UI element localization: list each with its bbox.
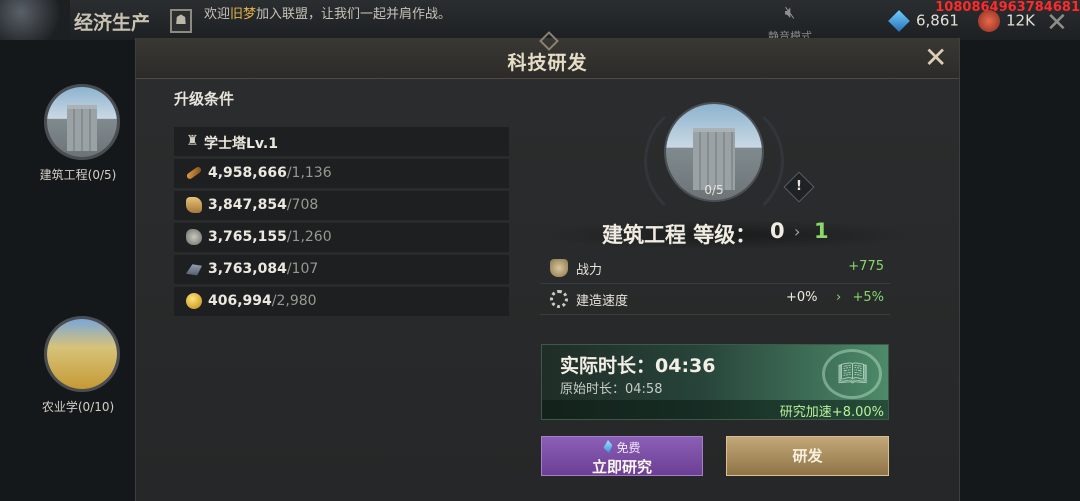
level-arrow-icon: › xyxy=(794,222,801,241)
instant-research-label: 立即研究 xyxy=(591,458,652,476)
stat-row-power: 战力 +775 xyxy=(540,253,890,284)
stat-current: +0% xyxy=(786,290,818,305)
tech-name-level: 建筑工程 等级： xyxy=(602,223,757,247)
chat-message[interactable]: 欢迎旧梦加入联盟，让我们一起并肩作战。 xyxy=(204,3,451,22)
tech-research-dialog: 科技研发 ✕ 升级条件 ♜ 学士塔Lv.1 4,958,666/1,136 3,… xyxy=(135,31,960,501)
requirement-text: 3,847,854/708 xyxy=(208,197,318,213)
requirements-title: 升级条件 xyxy=(174,90,235,108)
stone-icon xyxy=(186,229,202,245)
sidebar-item-agriculture[interactable]: 农业学(0/10) xyxy=(42,316,122,415)
level-current: 0 xyxy=(770,219,785,243)
requirement-row: ♜ 学士塔Lv.1 xyxy=(174,127,509,156)
requirement-text: 3,765,155/1,260 xyxy=(208,229,332,245)
requirement-text: 406,994/2,980 xyxy=(208,293,317,309)
stat-arrow-icon: › xyxy=(836,290,842,305)
chat-suffix: 加入联盟，让我们一起并肩作战。 xyxy=(256,7,452,22)
requirement-need: /1,136 xyxy=(286,165,332,181)
requirement-need: /107 xyxy=(286,261,319,277)
chat-player-name[interactable]: 旧梦 xyxy=(230,7,256,22)
requirement-value: 3,847,854 xyxy=(208,197,287,213)
gem-icon xyxy=(888,10,910,32)
requirement-row: 3,847,854/708 xyxy=(174,191,509,220)
free-text: 免费 xyxy=(616,441,641,455)
sidebar-item-label: 建筑工程(0/5) xyxy=(39,168,117,182)
dialog-title: 科技研发 xyxy=(507,52,588,74)
chat-prefix: 欢迎 xyxy=(204,7,231,22)
requirement-value: 3,763,084 xyxy=(208,261,287,277)
requirement-need: /1,260 xyxy=(286,229,332,245)
speaker-muted-icon: 🔇︎ xyxy=(784,3,796,23)
requirement-row: 3,765,155/1,260 xyxy=(174,223,509,252)
gold-icon xyxy=(186,293,202,309)
requirement-need: /2,980 xyxy=(271,293,317,309)
stat-label: 建造速度 xyxy=(576,294,629,309)
fist-icon xyxy=(550,259,568,277)
free-label: 免费 xyxy=(542,439,702,456)
chat-scroll-icon[interactable]: ☗ xyxy=(170,9,192,33)
menu-art-icon[interactable] xyxy=(0,0,70,40)
castle-art xyxy=(47,87,117,157)
research-time-panel: 📖︎ 实际时长：04:36 原始时长：04:58 研究加速+8.00% xyxy=(541,344,889,420)
instant-research-button[interactable]: 免费 立即研究 xyxy=(541,436,703,476)
crystal-icon xyxy=(603,440,613,453)
sidebar-item-label: 农业学(0/10) xyxy=(41,400,115,414)
gear-icon xyxy=(550,290,568,308)
food-icon xyxy=(186,197,202,213)
construction-tech-icon xyxy=(44,84,120,160)
requirement-value: 406,994 xyxy=(208,293,272,309)
dialog-header: 科技研发 ✕ xyxy=(136,31,959,79)
research-speed-bonus: 研究加速+8.00% xyxy=(779,405,884,420)
close-button[interactable]: ✕ xyxy=(924,44,947,72)
requirement-row: 3,763,084/107 xyxy=(174,255,509,284)
actual-duration: 实际时长：04:36 xyxy=(560,355,716,377)
requirement-value: 学士塔Lv.1 xyxy=(204,136,278,152)
stat-next: +775 xyxy=(848,259,884,274)
research-button[interactable]: 研发 xyxy=(726,436,889,476)
requirement-text: 3,763,084/107 xyxy=(208,261,318,277)
requirement-value: 4,958,666 xyxy=(208,165,287,181)
level-next: 1 xyxy=(814,219,829,243)
stat-next: +5% xyxy=(852,290,884,305)
iron-icon xyxy=(186,264,202,276)
book-icon: 📖︎ xyxy=(837,359,868,387)
requirement-row: 406,994/2,980 xyxy=(174,287,509,316)
tower-icon: ♜ xyxy=(186,133,199,149)
mute-toggle[interactable]: 🔇︎ 静音模式 xyxy=(760,3,820,43)
original-duration: 原始时长：04:58 xyxy=(560,382,663,397)
wood-icon xyxy=(185,165,203,181)
info-icon[interactable]: ! xyxy=(788,176,810,198)
overlay-id-text: 1080864963784681 xyxy=(935,0,1080,15)
requirement-row: 4,958,666/1,136 xyxy=(174,159,509,188)
requirement-value: 3,765,155 xyxy=(208,229,287,245)
tech-progress: 0/5 xyxy=(704,183,724,197)
agriculture-tech-icon xyxy=(44,316,120,392)
requirement-text: 4,958,666/1,136 xyxy=(208,165,332,181)
wheat-art xyxy=(47,319,117,389)
stat-row-build-speed: 建造速度 +0% › +5% xyxy=(540,284,890,315)
requirement-text: 学士塔Lv.1 xyxy=(204,133,278,153)
top-bar: 经济生产 ☗ 欢迎旧梦加入联盟，让我们一起并肩作战。 🔇︎ 静音模式 6,861… xyxy=(0,0,1080,43)
sidebar-item-construction[interactable]: 建筑工程(0/5) xyxy=(40,84,122,183)
stat-label: 战力 xyxy=(576,263,603,278)
requirement-need: /708 xyxy=(286,197,319,213)
section-title: 经济生产 xyxy=(74,12,151,34)
